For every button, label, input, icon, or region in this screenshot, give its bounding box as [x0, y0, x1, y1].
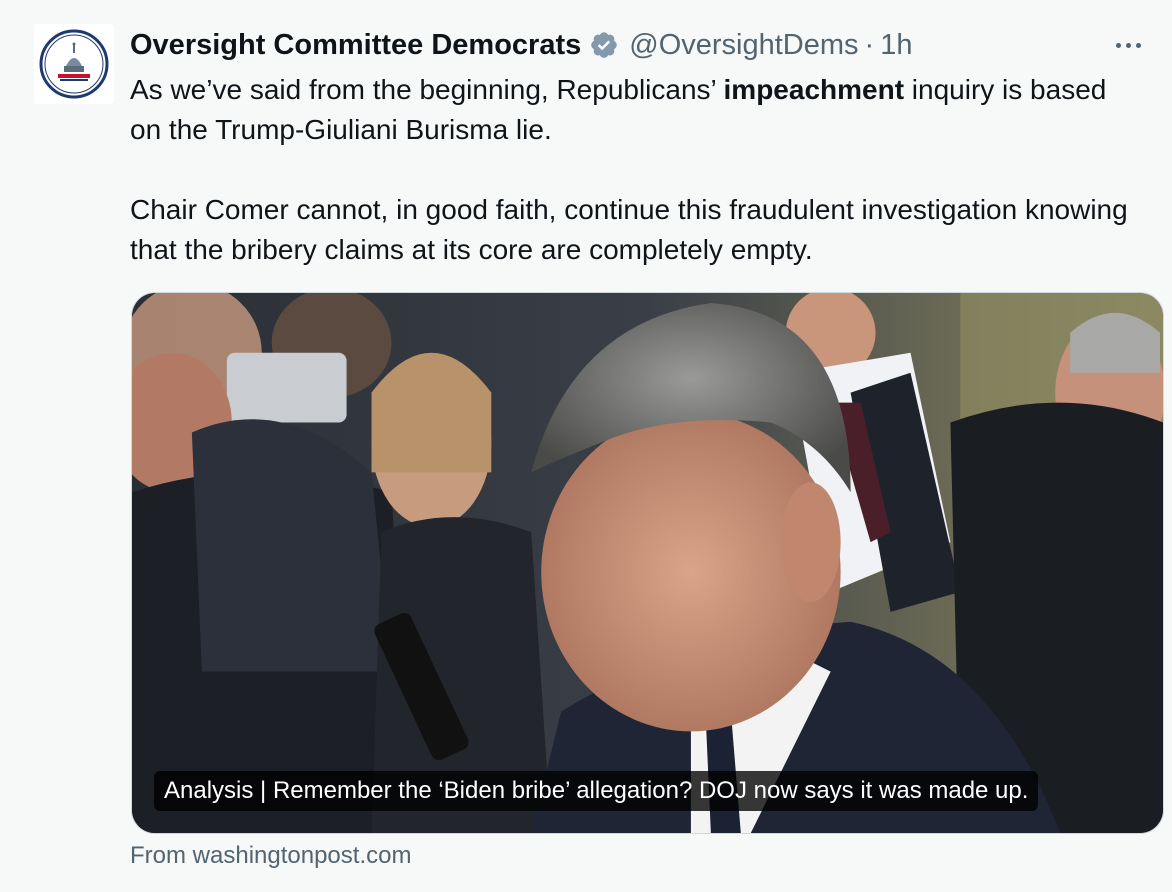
verified-badge-icon[interactable]	[589, 30, 619, 60]
tweet-paragraph-1: As we’ve said from the beginning, Republ…	[130, 70, 1140, 150]
link-card[interactable]: Analysis | Remember the ‘Biden bribe’ al…	[131, 292, 1164, 834]
tweet-paragraph-2: Chair Comer cannot, in good faith, conti…	[130, 194, 1128, 265]
card-source-link[interactable]: From washingtonpost.com	[130, 842, 411, 870]
tweet-header: Oversight Committee Democrats @Oversight…	[130, 24, 912, 66]
card-image	[132, 293, 1163, 833]
author-handle[interactable]: @OversightDems	[629, 29, 858, 62]
tweet-timestamp[interactable]: 1h	[880, 29, 912, 62]
text-segment: As we’ve said from the beginning, Republ…	[130, 74, 724, 105]
author-display-name[interactable]: Oversight Committee Democrats	[130, 29, 581, 62]
more-options-icon[interactable]	[1108, 30, 1148, 60]
avatar[interactable]	[34, 24, 114, 104]
capitol-dome-seal-icon	[39, 29, 109, 99]
separator-dot: ·	[864, 28, 875, 61]
text-bold-segment: impeachment	[723, 74, 905, 105]
tweet[interactable]: Oversight Committee Democrats @Oversight…	[0, 0, 1172, 892]
card-title: Analysis | Remember the ‘Biden bribe’ al…	[154, 771, 1039, 811]
tweet-text: As we’ve said from the beginning, Republ…	[130, 70, 1140, 270]
